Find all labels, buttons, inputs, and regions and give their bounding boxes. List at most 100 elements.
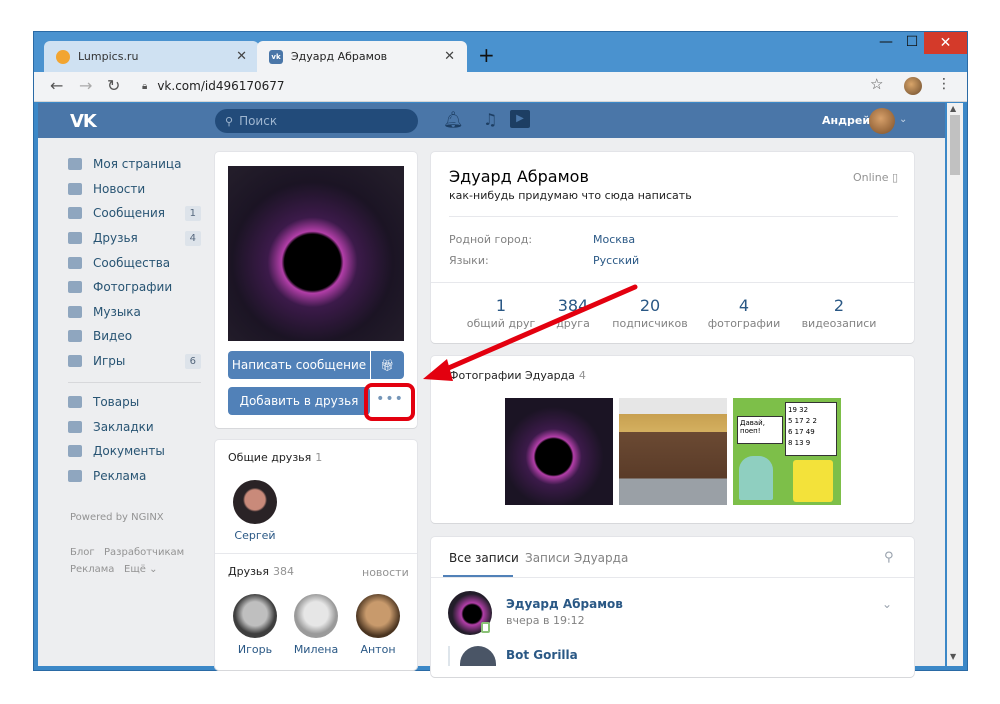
counter-number[interactable]: 4	[699, 296, 789, 315]
menu-item-bookmarks[interactable]: Закладки	[68, 417, 201, 437]
photo-thumbnail[interactable]	[619, 398, 727, 505]
document-icon	[68, 445, 82, 457]
ads-icon	[68, 470, 82, 482]
photos-title[interactable]: Фотографии Эдуарда 4	[449, 369, 586, 382]
send-message-button[interactable]: Написать сообщение	[228, 351, 370, 379]
minimize-button[interactable]: —	[872, 34, 900, 50]
chevron-down-icon[interactable]: ⌄	[899, 114, 907, 125]
menu-item-ads[interactable]: Реклама	[68, 466, 201, 486]
games-icon	[68, 355, 82, 367]
close-tab-icon[interactable]: ✕	[236, 49, 247, 64]
tab-lumpics[interactable]: Lumpics.ru ✕	[44, 41, 259, 72]
footer-link-dev[interactable]: Разработчикам	[104, 547, 184, 558]
friend-avatar[interactable]	[233, 480, 277, 524]
friend-avatar[interactable]	[233, 594, 277, 638]
close-window-button[interactable]: ✕	[924, 32, 967, 54]
repost-author[interactable]: Bot Gorilla	[506, 648, 578, 662]
info-value-languages[interactable]: Русский	[593, 254, 639, 267]
menu-item-photos[interactable]: Фотографии	[68, 277, 201, 297]
browser-menu-icon[interactable]: ⋮	[937, 76, 951, 92]
counter-number[interactable]: 20	[605, 296, 695, 315]
info-label: Языки:	[449, 254, 489, 267]
counter-label[interactable]: видеозаписи	[794, 317, 884, 330]
friend-avatar[interactable]	[294, 594, 338, 638]
mutual-friends-title[interactable]: Общие друзья 1	[228, 451, 322, 464]
counter-label[interactable]: подписчиков	[605, 317, 695, 330]
profile-photo[interactable]	[228, 166, 404, 341]
search-input[interactable]: ⚲ Поиск	[215, 109, 418, 133]
friend-name[interactable]: Игорь	[223, 643, 287, 656]
camera-icon	[68, 281, 82, 293]
footer-link-blog[interactable]: Блог	[70, 547, 95, 558]
photo-thumbnail[interactable]	[505, 398, 613, 505]
new-tab-button[interactable]: +	[478, 43, 495, 67]
tab-vk-profile[interactable]: vk Эдуард Абрамов ✕	[257, 41, 467, 72]
profile-status[interactable]: как-нибудь придумаю что сюда написать	[449, 189, 692, 202]
post-author[interactable]: Эдуард Абрамов	[506, 597, 623, 611]
menu-item-games[interactable]: Игры 6	[68, 351, 201, 371]
menu-label: Реклама	[93, 469, 147, 483]
menu-item-news[interactable]: Новости	[68, 179, 201, 199]
scroll-down-icon[interactable]: ▼	[950, 652, 956, 661]
back-arrow-icon[interactable]: ←	[50, 76, 63, 95]
friend-name[interactable]: Антон	[346, 643, 410, 656]
section-count: 4	[578, 369, 586, 382]
footer-link-ads[interactable]: Реклама	[70, 564, 114, 575]
bookmark-star-icon[interactable]: ☆	[870, 75, 883, 93]
section-count: 384	[273, 565, 295, 578]
photo-thumbnail[interactable]: Давай, поеп! 19 32 5 17 2 2 6 17 49 8 13…	[733, 398, 841, 505]
forward-arrow-icon[interactable]: →	[79, 76, 92, 95]
info-value-city[interactable]: Москва	[593, 233, 635, 246]
chevron-down-icon[interactable]: ⌄	[882, 597, 892, 611]
divider	[449, 216, 898, 217]
friend-avatar[interactable]	[356, 594, 400, 638]
url-input[interactable]: 🔒︎ vk.com/id496170677	[132, 75, 892, 97]
close-tab-icon[interactable]: ✕	[444, 49, 455, 64]
vk-logo[interactable]: VK	[70, 111, 97, 132]
menu-item-friends[interactable]: Друзья 4	[68, 228, 201, 248]
menu-item-documents[interactable]: Документы	[68, 441, 201, 461]
menu-item-music[interactable]: Музыка	[68, 302, 201, 322]
browser-profile-avatar[interactable]	[904, 77, 922, 95]
friends-news-link[interactable]: новости	[362, 566, 409, 579]
menu-item-my-page[interactable]: Моя страница	[68, 154, 201, 174]
bell-icon[interactable]: 🔔︎	[443, 110, 463, 129]
scroll-up-icon[interactable]: ▲	[950, 104, 956, 113]
user-name[interactable]: Андрей	[822, 114, 870, 127]
counter-number[interactable]: 2	[794, 296, 884, 315]
maximize-button[interactable]: ☐	[898, 34, 926, 50]
meme-line: 8 13 9	[788, 439, 811, 447]
powered-by: Powered by NGINX	[70, 512, 164, 523]
url-text: vk.com/id496170677	[157, 79, 285, 93]
search-icon[interactable]: ⚲	[884, 550, 894, 565]
post-time[interactable]: вчера в 19:12	[506, 614, 585, 627]
friend-name[interactable]: Сергей	[223, 529, 287, 542]
reload-icon[interactable]: ↻	[107, 76, 120, 95]
friends-title[interactable]: Друзья 384	[228, 565, 294, 578]
music-note-icon[interactable]: ♫	[483, 110, 497, 129]
menu-item-video[interactable]: Видео	[68, 326, 201, 346]
section-title: Фотографии Эдуарда	[449, 369, 575, 382]
scrollbar[interactable]	[947, 103, 963, 666]
menu-item-messages[interactable]: Сообщения 1	[68, 203, 201, 223]
tab-user-posts[interactable]: Записи Эдуарда	[525, 551, 628, 565]
counter-label[interactable]: фотографии	[699, 317, 789, 330]
section-title: Общие друзья	[228, 451, 312, 464]
menu-item-groups[interactable]: Сообщества	[68, 253, 201, 273]
section-count: 1	[315, 451, 323, 464]
user-avatar[interactable]	[869, 108, 895, 134]
meme-board: 19 32 5 17 2 2 6 17 49 8 13 9	[785, 402, 837, 456]
menu-item-goods[interactable]: Товары	[68, 392, 201, 412]
gift-icon[interactable]: 🎁︎	[371, 351, 404, 379]
add-friend-button[interactable]: Добавить в друзья	[228, 387, 370, 415]
divider	[215, 553, 417, 554]
meme-character	[739, 456, 773, 500]
tab-all-posts[interactable]: Все записи	[449, 551, 519, 565]
messages-icon	[68, 207, 82, 219]
menu-label: Игры	[93, 354, 126, 368]
scrollbar-thumb[interactable]	[950, 115, 960, 175]
mobile-online-icon	[481, 622, 490, 633]
play-icon[interactable]: ▶	[510, 110, 530, 128]
footer-link-more[interactable]: Ещё ⌄	[124, 564, 157, 575]
friend-name[interactable]: Милена	[284, 643, 348, 656]
